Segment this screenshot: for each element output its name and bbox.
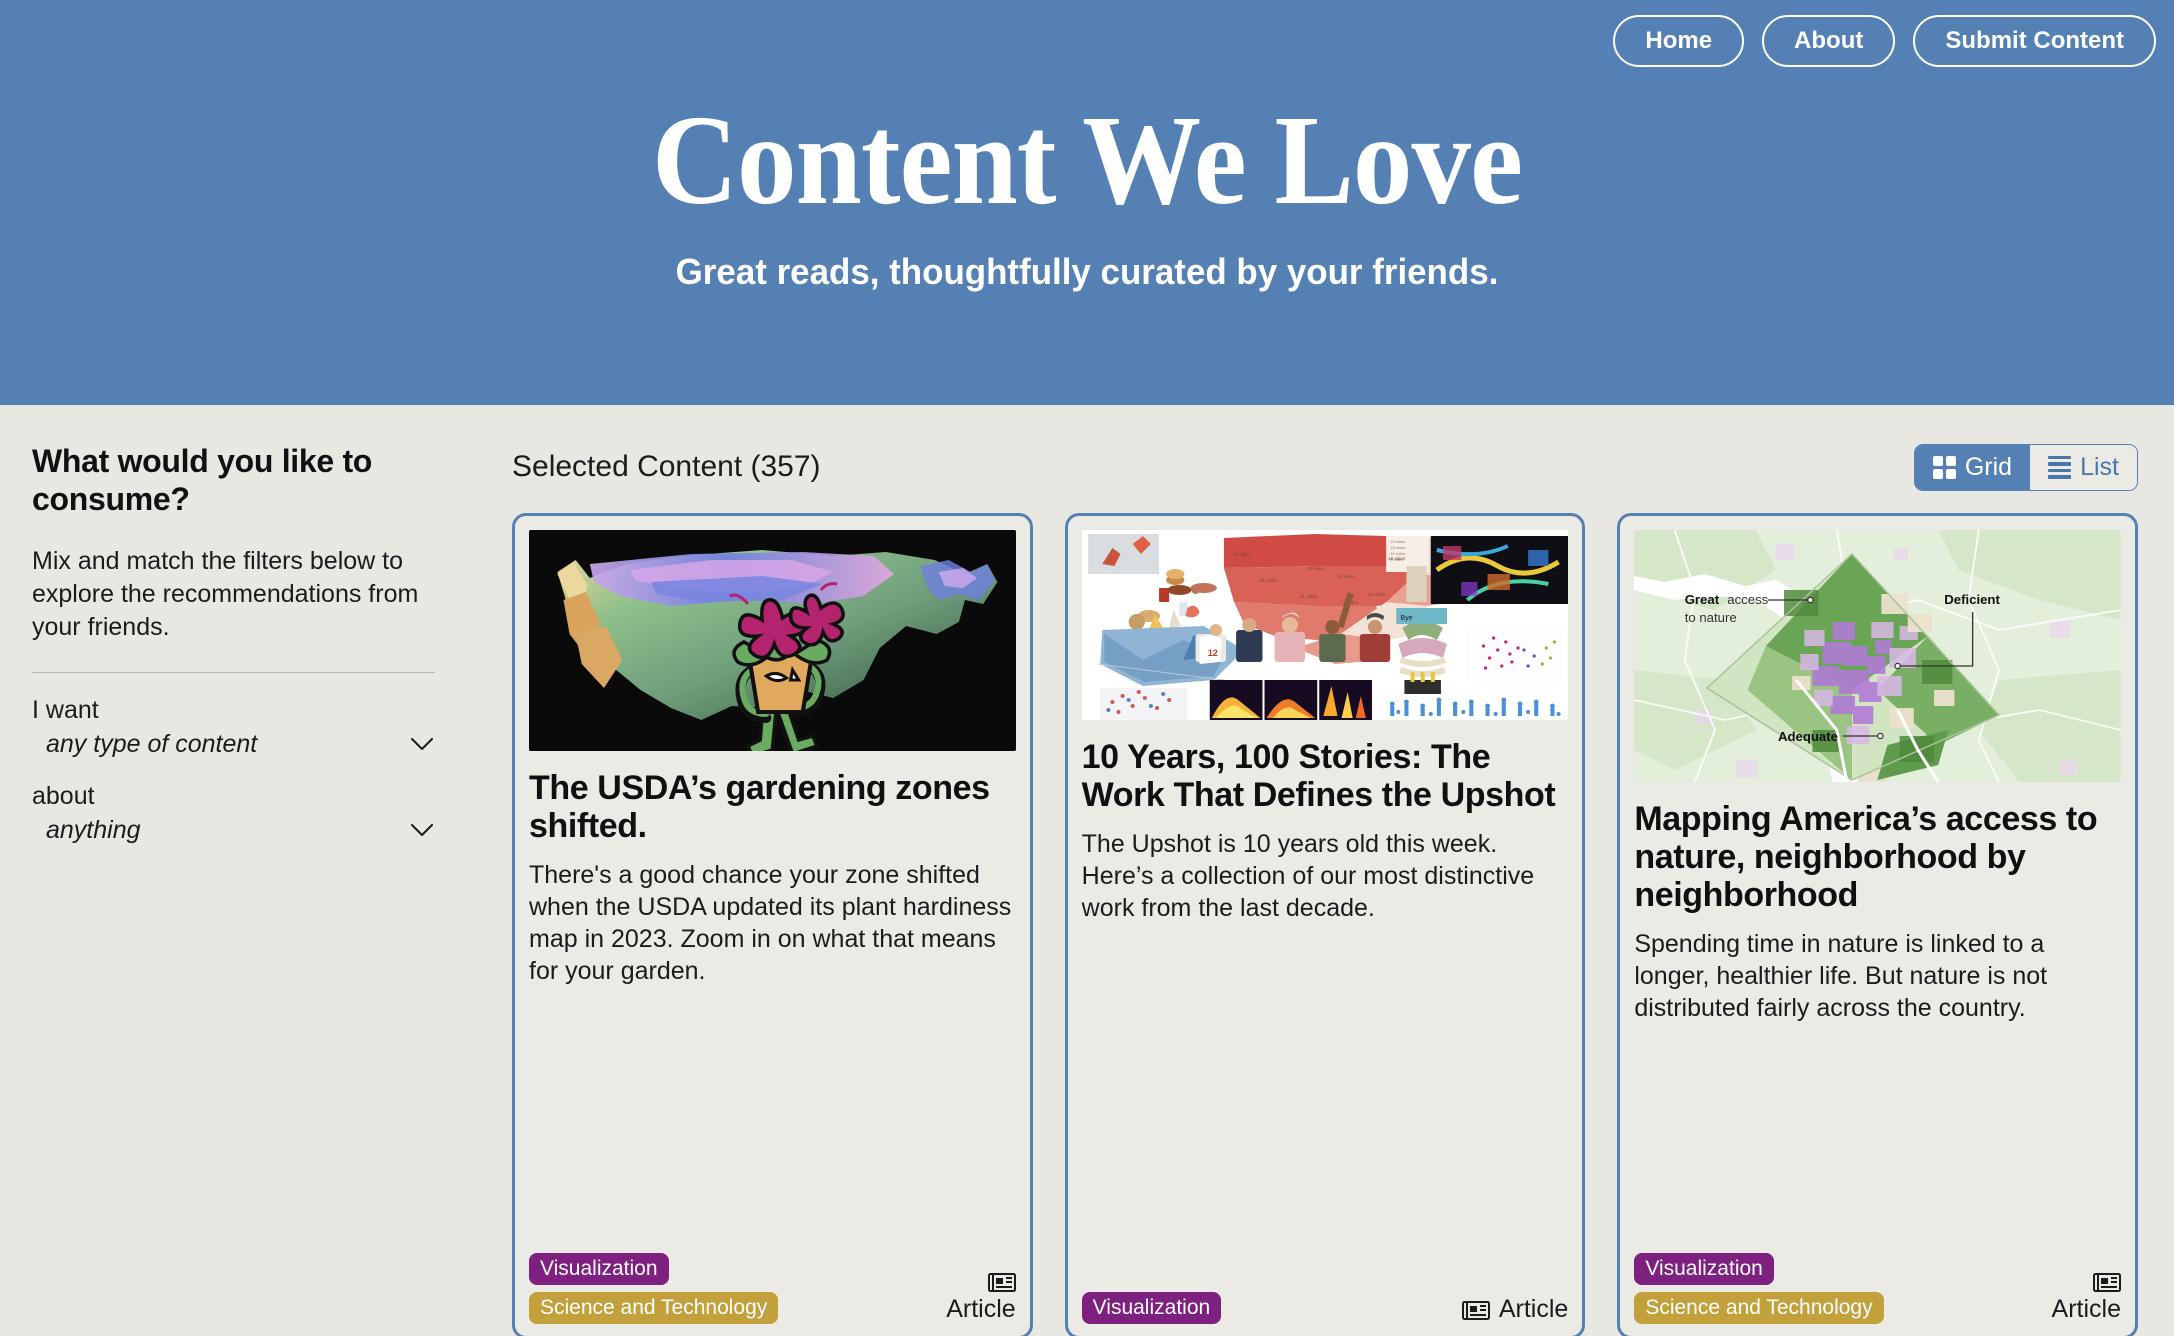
results-count-label: Selected Content (357)	[512, 450, 821, 483]
list-view-label: List	[2080, 452, 2119, 481]
svg-text:40 miles: 40 miles	[1259, 578, 1277, 583]
sidebar-divider	[32, 671, 435, 673]
page-body: What would you like to consume? Mix and …	[0, 405, 2174, 1336]
svg-text:20 miles: 20 miles	[1390, 539, 1405, 544]
tag-visualization[interactable]: Visualization	[1634, 1253, 1774, 1285]
card-footer: Visualization Science and Technology Art…	[529, 1253, 1016, 1324]
svg-text:20 miles: 20 miles	[1307, 566, 1325, 571]
sidebar-heading: What would you like to consume?	[32, 443, 373, 517]
card-footer: Visualization Article	[1081, 1292, 1569, 1324]
nav-about-button[interactable]: About	[1762, 15, 1896, 67]
nav-home-button[interactable]: Home	[1613, 15, 1745, 67]
svg-text:access: access	[1728, 592, 1769, 607]
card-content-type: Article	[946, 1271, 1016, 1324]
card-thumbnail-nature-map: Great access to nature Deficient Adequat…	[1634, 530, 2121, 782]
newspaper-icon	[1461, 1299, 1490, 1321]
site-title: Content We Love	[651, 89, 1523, 231]
filter-topic-value: anything	[46, 816, 141, 844]
card-content-type-label: Article	[946, 1295, 1016, 1323]
card-title: The USDA’s gardening zones shifted.	[529, 769, 990, 846]
filter-content-type-label: I want	[32, 695, 99, 724]
content-card[interactable]: The USDA’s gardening zones shifted. Ther…	[512, 513, 1033, 1336]
card-description: Spending time in nature is linked to a l…	[1634, 930, 2048, 1023]
chevron-down-icon	[411, 737, 433, 751]
svg-text:Great: Great	[1685, 592, 1720, 607]
svg-text:26 miles: 26 miles	[1234, 552, 1252, 557]
svg-text:to nature: to nature	[1685, 610, 1737, 625]
filter-content-type-value: any type of content	[46, 729, 258, 758]
card-content-type-label: Article	[2051, 1295, 2121, 1323]
svg-text:23 miles: 23 miles	[1368, 592, 1386, 597]
view-mode-toggle: Grid List	[1913, 443, 2138, 491]
card-title: Mapping America’s access to nature, neig…	[1634, 800, 2098, 915]
card-description: There's a good chance your zone shifted …	[529, 861, 1012, 986]
list-icon	[2048, 455, 2072, 479]
filter-topic-select[interactable]: anything	[46, 816, 435, 845]
tag-science-and-technology[interactable]: Science and Technology	[1634, 1292, 1884, 1324]
svg-text:Adequate: Adequate	[1778, 729, 1838, 744]
site-header: Home About Submit Content Content We Lov…	[0, 0, 2174, 405]
chevron-down-icon	[411, 824, 433, 837]
grid-view-label: Grid	[1964, 452, 2013, 481]
card-content-type: Article	[2052, 1271, 2121, 1324]
svg-text:12: 12	[1207, 648, 1217, 658]
nav-submit-content-button[interactable]: Submit Content	[1913, 15, 2156, 67]
card-footer: Visualization Science and Technology Art…	[1634, 1253, 2121, 1324]
tag-visualization[interactable]: Visualization	[1081, 1292, 1222, 1324]
list-view-button[interactable]: List	[2030, 444, 2137, 490]
content-card[interactable]: Great access to nature Deficient Adequat…	[1617, 513, 2138, 1336]
main-navigation: Home About Submit Content	[1613, 15, 2156, 67]
filter-content-type: I want any type of content	[32, 695, 440, 759]
site-tagline: Great reads, thoughtfully curated by you…	[675, 251, 1499, 292]
card-tags: Visualization Science and Technology	[1634, 1253, 1884, 1324]
svg-text:21 miles: 21 miles	[1300, 594, 1318, 599]
card-tags: Visualization Science and Technology	[529, 1253, 779, 1324]
card-thumbnail-upshot: 20 miles 15 miles 10 miles 5 miles 26 miles…	[1081, 530, 1569, 720]
svg-text:14 miles: 14 miles	[1337, 574, 1355, 579]
newspaper-icon	[987, 1271, 1016, 1293]
svg-text:16 miles: 16 miles	[1388, 556, 1406, 561]
content-card[interactable]: 20 miles 15 miles 10 miles 5 miles 26 miles…	[1064, 513, 1586, 1336]
content-card-grid: The USDA’s gardening zones shifted. Ther…	[512, 513, 2138, 1336]
filter-content-type-select[interactable]: any type of content	[46, 730, 435, 759]
filter-topic: about anything	[32, 781, 440, 845]
filter-sidebar: What would you like to consume? Mix and …	[0, 405, 470, 1336]
card-tags: Visualization	[1081, 1292, 1222, 1324]
tag-science-and-technology[interactable]: Science and Technology	[529, 1292, 779, 1324]
content-area: Selected Content (357) Grid List The USD…	[470, 405, 2174, 1336]
card-thumbnail-usda	[529, 530, 1016, 751]
grid-icon	[1932, 455, 1956, 479]
card-title: 10 Years, 100 Stories: The Work That Def…	[1081, 738, 1556, 815]
card-content-type: Article	[1461, 1295, 1569, 1324]
svg-text:15 miles: 15 miles	[1390, 545, 1405, 550]
content-toolbar: Selected Content (357) Grid List	[512, 441, 2138, 493]
newspaper-icon	[2093, 1271, 2121, 1293]
header-titles: Content We Love Great reads, thoughtfull…	[0, 96, 2174, 292]
card-description: The Upshot is 10 years old this week. He…	[1081, 830, 1535, 923]
svg-text:Bye: Bye	[1400, 615, 1412, 622]
grid-view-button[interactable]: Grid	[1914, 444, 2031, 490]
sidebar-description: Mix and match the filters below to explo…	[32, 546, 419, 641]
card-content-type-label: Article	[1498, 1295, 1569, 1323]
svg-text:Deficient: Deficient	[1945, 592, 2001, 607]
tag-visualization[interactable]: Visualization	[529, 1253, 669, 1285]
filter-topic-label: about	[32, 781, 95, 810]
